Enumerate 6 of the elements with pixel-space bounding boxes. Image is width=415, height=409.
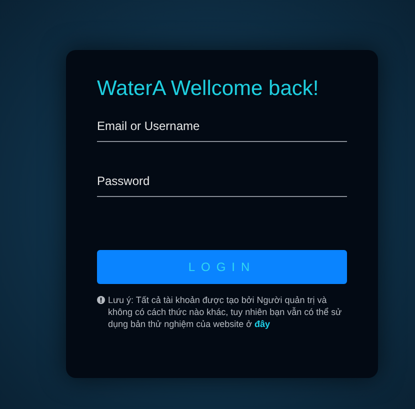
link[interactable]: đây: [254, 319, 270, 329]
input-field[interactable]: Password: [97, 170, 347, 197]
note-text: Lưu ý: Tất cả tài khoản được tạo bởi Người quản trị và không có cách thức nào khác, tuy nhiên bạn vẫn có thể sử dụng bản thử nghiệm của website ở đây: [108, 294, 343, 330]
login-title: WaterA Wellcome back!: [97, 77, 320, 101]
input-field[interactable]: Email or Username: [97, 115, 347, 142]
warning-icon: [97, 296, 105, 304]
